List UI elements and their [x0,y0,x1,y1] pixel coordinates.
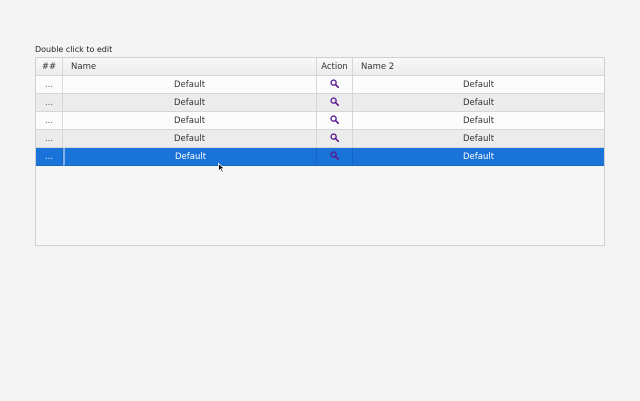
search-icon[interactable] [330,151,339,160]
name-cell[interactable]: Default [63,130,317,148]
name-cell[interactable]: Default [63,76,317,94]
table-row[interactable]: ... Default Default [36,94,604,112]
table-row[interactable]: ... Default Default [36,76,604,94]
action-cell[interactable] [317,112,353,130]
row-index-cell[interactable]: ... [36,94,63,112]
search-icon[interactable] [330,97,339,106]
mouse-cursor-icon [218,158,226,174]
search-icon[interactable] [330,79,339,88]
action-cell[interactable] [317,76,353,94]
column-header-name[interactable]: Name [63,58,317,76]
name-2-cell[interactable]: Default [353,76,604,94]
column-header-action[interactable]: Action [317,58,353,76]
row-index-cell[interactable]: ... [36,112,63,130]
row-index-cell[interactable]: ... [36,130,63,148]
table-row[interactable]: ... Default Default [36,112,604,130]
action-cell[interactable] [317,148,353,166]
action-cell[interactable] [317,94,353,112]
edit-hint: Double click to edit [35,45,113,54]
action-cell[interactable] [317,130,353,148]
search-icon[interactable] [330,133,339,142]
table-row[interactable]: ... Default Default [36,130,604,148]
name-2-cell[interactable]: Default [353,148,604,166]
name-cell[interactable]: Default [63,94,317,112]
data-grid: ## Name Action Name 2 ... Default Defaul… [35,57,605,246]
grid-header: ## Name Action Name 2 [36,58,604,76]
search-icon[interactable] [330,115,339,124]
row-index-cell[interactable]: ... [36,148,63,166]
column-header-name-2[interactable]: Name 2 [353,58,604,76]
name-2-cell[interactable]: Default [353,130,604,148]
name-cell[interactable]: Default [63,112,317,130]
column-header-index[interactable]: ## [36,58,63,76]
table-row-selected[interactable]: ... Default Default [36,148,604,166]
name-2-cell[interactable]: Default [353,112,604,130]
row-index-cell[interactable]: ... [36,76,63,94]
name-2-cell[interactable]: Default [353,94,604,112]
name-cell[interactable]: Default [63,148,317,166]
